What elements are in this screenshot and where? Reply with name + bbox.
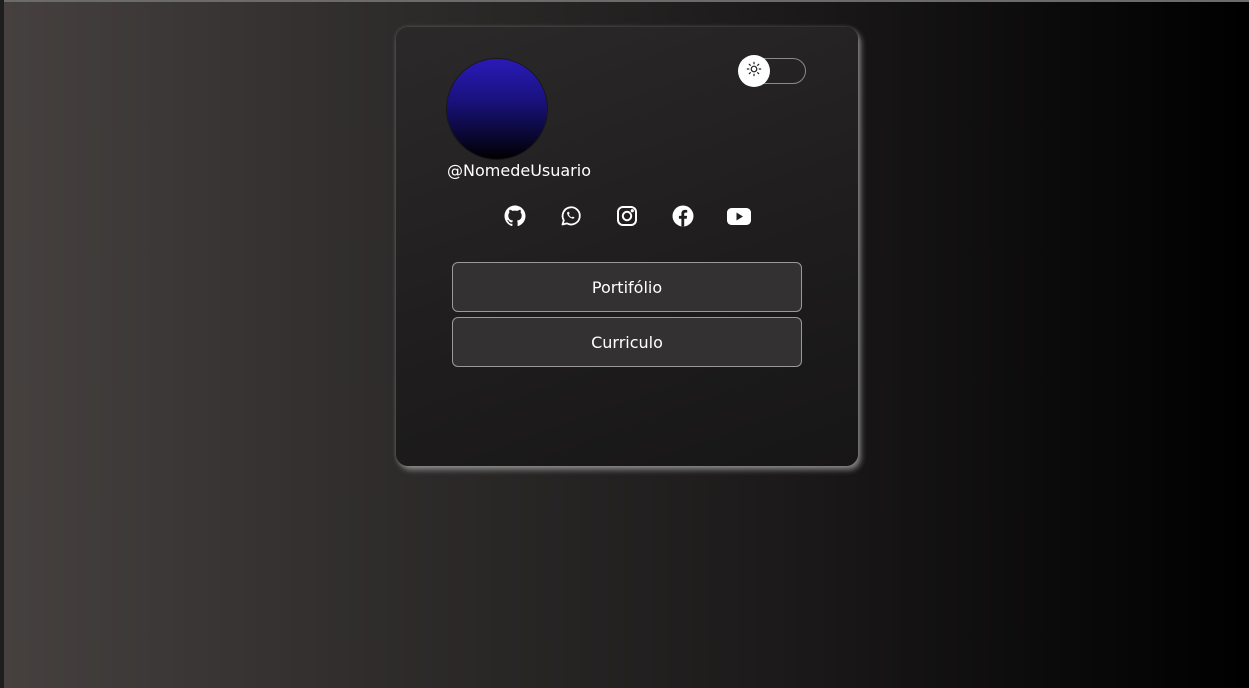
username: @NomedeUsuario <box>447 161 591 180</box>
toggle-knob[interactable] <box>738 55 770 87</box>
social-links <box>396 202 858 230</box>
instagram-link[interactable] <box>613 202 641 230</box>
curriculum-button[interactable]: Curriculo <box>452 317 802 367</box>
github-icon <box>503 204 527 228</box>
window-left-border <box>0 0 4 688</box>
theme-toggle[interactable] <box>738 55 806 87</box>
whatsapp-icon <box>559 204 583 228</box>
sun-icon <box>746 61 762 81</box>
avatar <box>447 59 547 159</box>
github-link[interactable] <box>501 202 529 230</box>
whatsapp-link[interactable] <box>557 202 585 230</box>
profile-card: @NomedeUsuario Portifólio Curriculo <box>396 27 858 466</box>
youtube-icon <box>726 204 752 228</box>
instagram-icon <box>615 204 639 228</box>
portfolio-button[interactable]: Portifólio <box>452 262 802 312</box>
facebook-icon <box>671 204 695 228</box>
window-top-border <box>0 0 1249 2</box>
facebook-link[interactable] <box>669 202 697 230</box>
youtube-link[interactable] <box>725 202 753 230</box>
